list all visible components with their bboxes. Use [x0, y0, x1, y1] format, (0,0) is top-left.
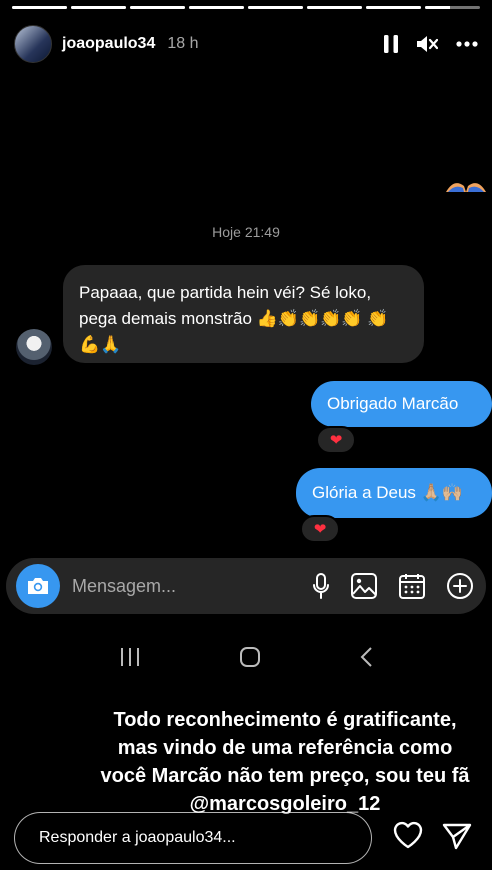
message-composer: Mensagem...	[6, 558, 486, 614]
camera-icon[interactable]	[16, 564, 60, 608]
heart-reaction-icon[interactable]: ❤	[316, 426, 356, 454]
progress-segment	[366, 6, 421, 9]
story-caption: Todo reconhecimento é gratificante, mas …	[100, 709, 470, 815]
heart-icon[interactable]	[392, 820, 424, 850]
progress-segment	[12, 6, 67, 9]
mute-icon[interactable]	[416, 35, 438, 53]
message-input[interactable]: Mensagem...	[72, 576, 312, 597]
sender-avatar[interactable]	[16, 329, 52, 365]
microphone-icon[interactable]	[312, 573, 330, 599]
progress-segment	[189, 6, 244, 9]
progress-segment	[307, 6, 362, 9]
incoming-message-bubble[interactable]: Papaaa, que partida hein véi? Sé loko, p…	[63, 265, 424, 363]
avatar[interactable]	[14, 25, 52, 63]
send-icon[interactable]	[442, 822, 472, 850]
time-ago: 18 h	[167, 35, 199, 52]
pause-icon[interactable]	[384, 35, 398, 53]
more-icon[interactable]	[456, 41, 478, 47]
back-icon[interactable]	[359, 646, 373, 668]
outgoing-message-bubble[interactable]: Obrigado Marcão	[311, 381, 492, 427]
sticker-icon[interactable]	[398, 572, 426, 600]
home-icon[interactable]	[239, 646, 261, 668]
add-icon[interactable]	[446, 572, 474, 600]
progress-segment	[71, 6, 126, 9]
story-header: joaopaulo34 18 h	[14, 24, 478, 64]
cropped-emoji-reaction	[444, 176, 488, 192]
progress-segment	[130, 6, 185, 9]
chat-timestamp: Hoje 21:49	[212, 224, 280, 240]
recent-apps-icon[interactable]	[119, 647, 141, 667]
story-progress	[12, 6, 480, 9]
progress-segment	[425, 6, 480, 9]
username[interactable]: joaopaulo34	[62, 35, 155, 53]
outgoing-message-bubble[interactable]: Glória a Deus 🙏🏼🙌🏼	[296, 468, 492, 518]
android-navbar	[0, 640, 492, 674]
reply-input[interactable]: Responder a joaopaulo34...	[14, 812, 372, 864]
heart-reaction-icon[interactable]: ❤	[300, 515, 340, 543]
gallery-icon[interactable]	[350, 572, 378, 600]
progress-segment	[248, 6, 303, 9]
